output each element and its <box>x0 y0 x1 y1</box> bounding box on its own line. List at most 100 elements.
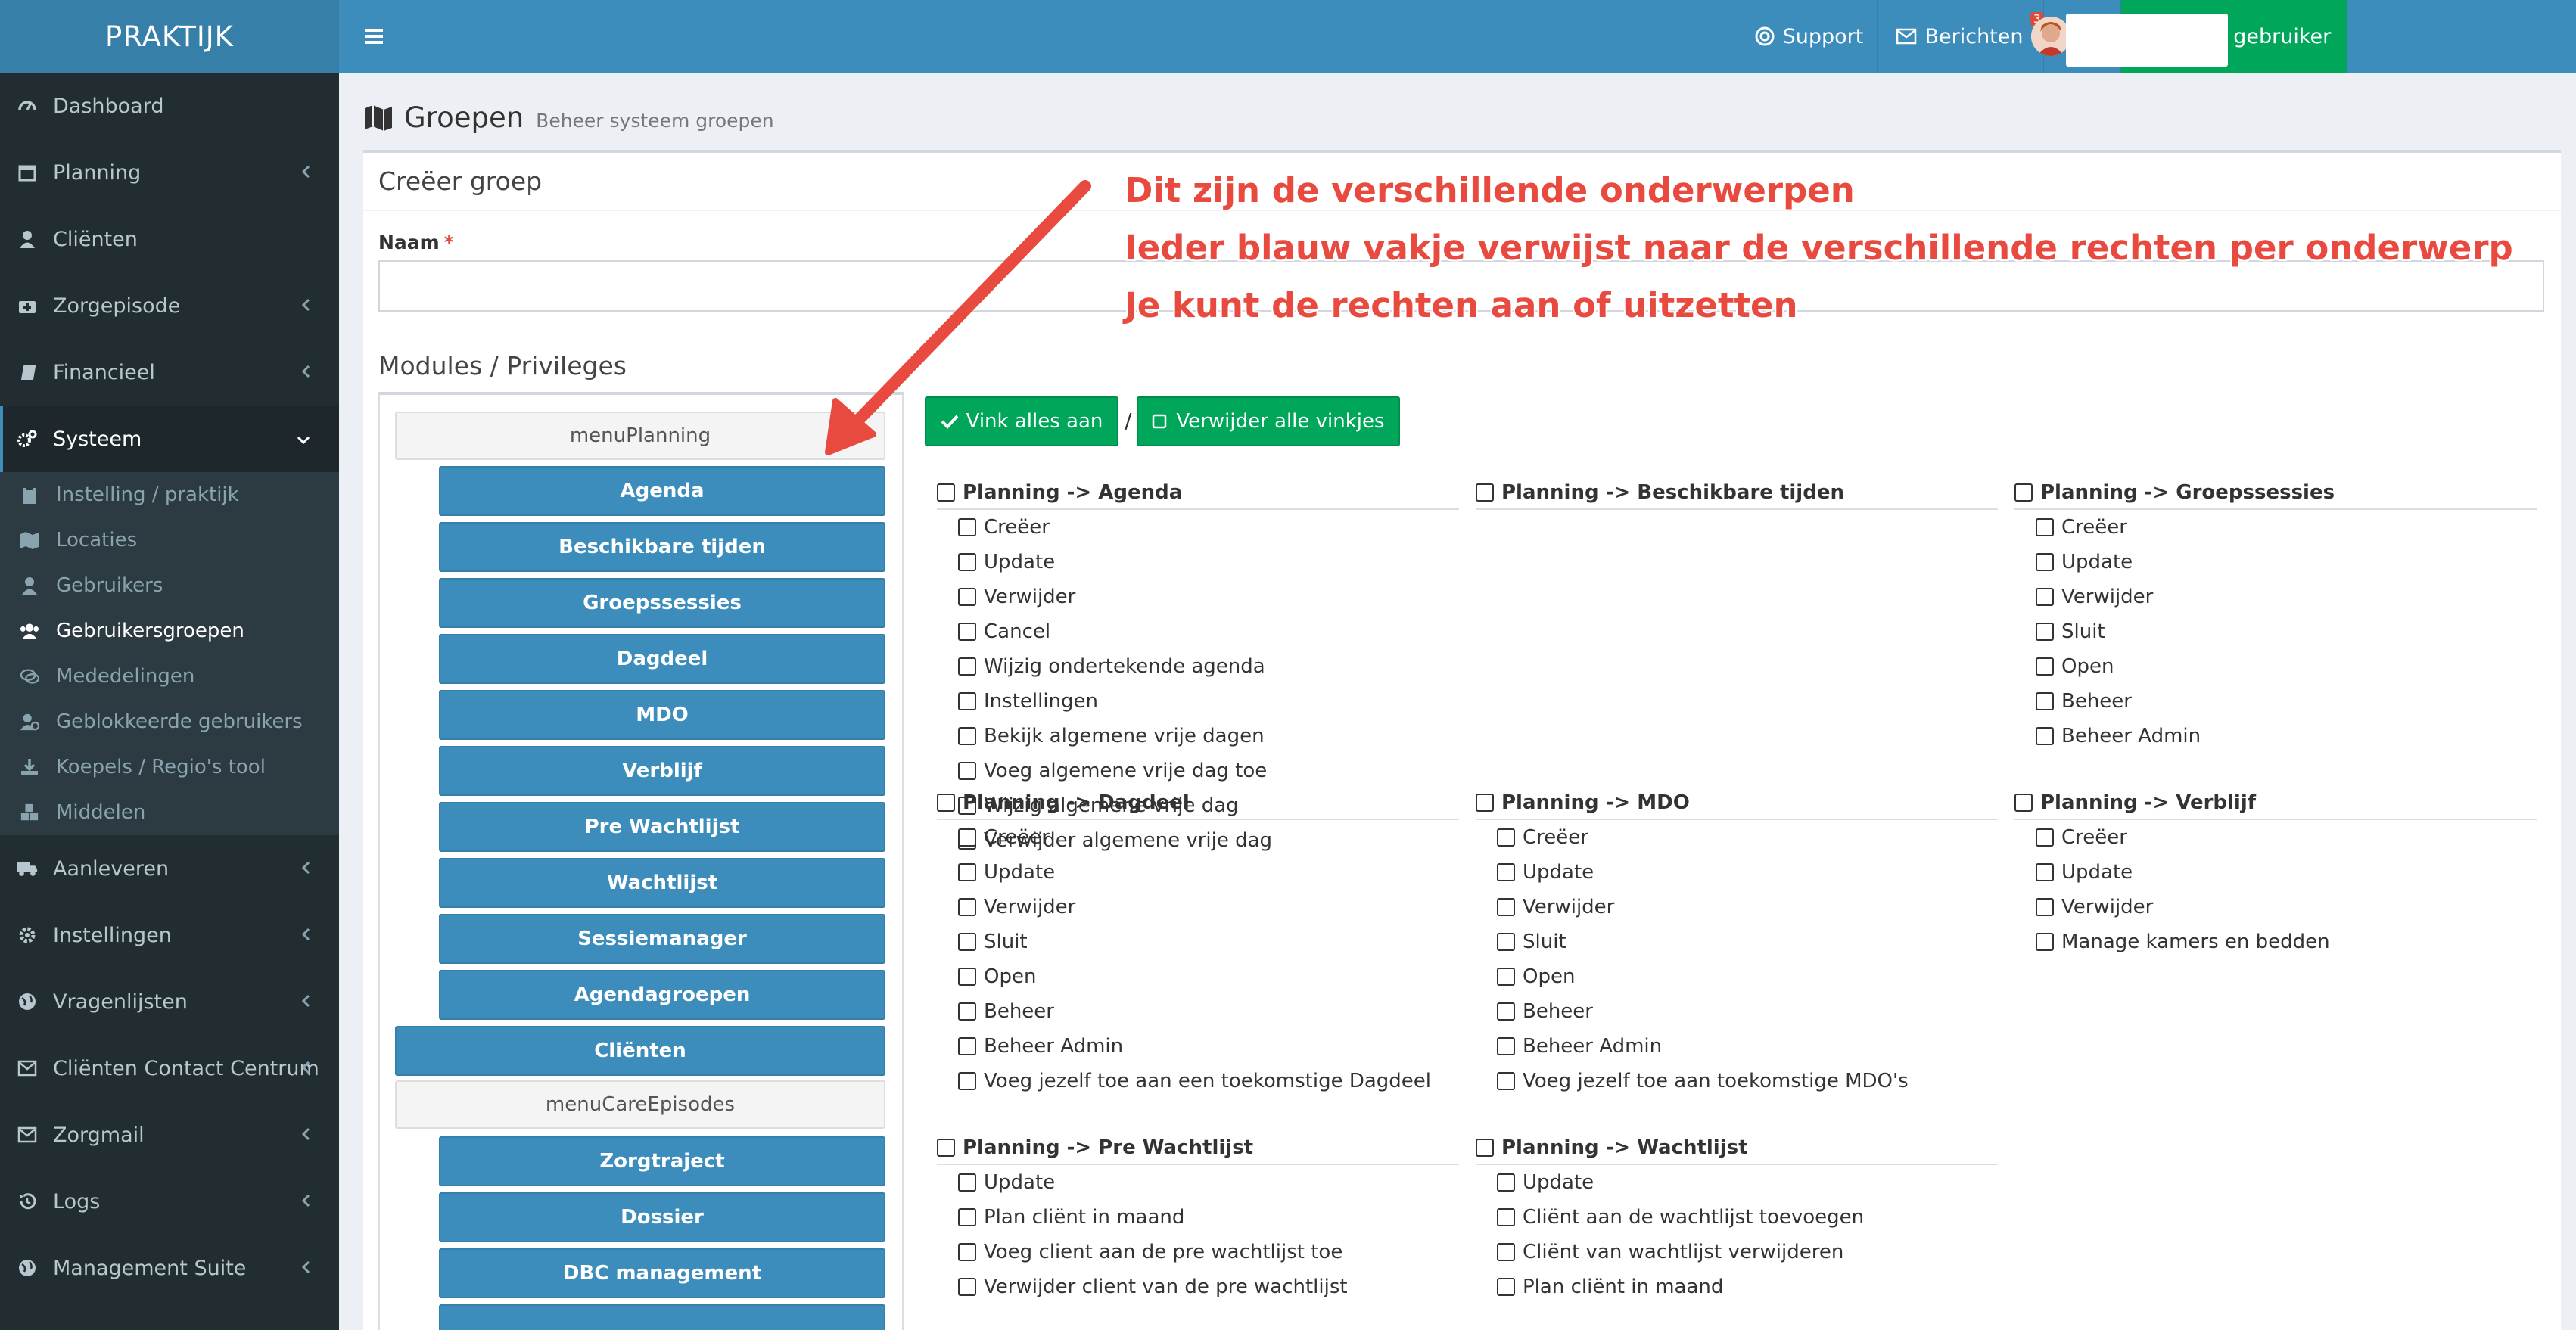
permission-checkbox[interactable] <box>2036 828 2054 847</box>
sidebar-item-zorgepisode[interactable]: Zorgepisode <box>0 272 339 339</box>
permission-item[interactable]: Update <box>2014 545 2537 580</box>
permission-item[interactable]: Beheer <box>2014 684 2537 719</box>
permission-checkbox[interactable] <box>2036 553 2054 571</box>
permission-checkbox[interactable] <box>2036 518 2054 536</box>
permission-checkbox[interactable] <box>1497 1243 1515 1261</box>
sidebar-item-systeem[interactable]: Systeem <box>0 406 339 472</box>
permission-group-header[interactable]: Planning -> Dagdeel <box>937 787 1459 820</box>
permission-checkbox[interactable] <box>2036 898 2054 916</box>
permission-checkbox[interactable] <box>958 1173 976 1192</box>
permission-item[interactable]: Creëer <box>2014 820 2537 855</box>
permission-checkbox[interactable] <box>1497 1002 1515 1021</box>
permission-item[interactable]: Verwijder <box>937 580 1459 614</box>
module-button[interactable]: Dossier <box>439 1192 885 1242</box>
permission-item[interactable]: Sluit <box>1476 924 1998 959</box>
sidebar-item-instellingen[interactable]: Instellingen <box>0 902 339 968</box>
sidebar-subitem-koepels-regio-s-tool[interactable]: Koepels / Regio's tool <box>0 744 339 790</box>
sidebar-subitem-geblokkeerde-gebruikers[interactable]: Geblokkeerde gebruikers <box>0 699 339 744</box>
permission-checkbox[interactable] <box>958 518 976 536</box>
permission-item[interactable]: Verwijder <box>2014 580 2537 614</box>
permission-item[interactable]: Update <box>1476 1165 1998 1200</box>
sidebar-item-vragenlijsten[interactable]: Vragenlijsten <box>0 968 339 1035</box>
permission-item[interactable]: Update <box>1476 855 1998 890</box>
permission-checkbox[interactable] <box>1497 1072 1515 1090</box>
permission-checkbox[interactable] <box>1497 898 1515 916</box>
permission-checkbox[interactable] <box>2036 933 2054 951</box>
permission-item[interactable]: Instellingen <box>937 684 1459 719</box>
module-button[interactable]: Groepssessies <box>439 578 885 628</box>
permission-checkbox[interactable] <box>958 553 976 571</box>
permission-item[interactable]: Open <box>1476 959 1998 994</box>
permission-item[interactable]: Open <box>937 959 1459 994</box>
permission-checkbox[interactable] <box>958 727 976 745</box>
hamburger-menu-icon[interactable] <box>360 21 390 51</box>
permission-checkbox[interactable] <box>958 863 976 881</box>
brand-logo[interactable]: PRAKTIJK <box>0 0 339 73</box>
uncheck-all-button[interactable]: Verwijder alle vinkjes <box>1137 396 1400 446</box>
permission-item[interactable]: Manage kamers en bedden <box>2014 924 2537 959</box>
permission-item[interactable]: Bekijk algemene vrije dagen <box>937 719 1459 754</box>
permission-checkbox[interactable] <box>1497 1278 1515 1296</box>
permission-checkbox[interactable] <box>958 1072 976 1090</box>
sidebar-item-management-suite[interactable]: Management Suite <box>0 1235 339 1301</box>
module-button[interactable]: Sessiemanager <box>439 914 885 964</box>
permission-checkbox[interactable] <box>958 692 976 710</box>
user-avatar[interactable] <box>2031 17 2070 56</box>
user-name-box[interactable] <box>2066 14 2228 67</box>
permission-item[interactable]: Beheer <box>1476 994 1998 1029</box>
permission-group-header[interactable]: Planning -> Agenda <box>937 477 1459 510</box>
group-checkbox[interactable] <box>937 794 955 812</box>
module-button[interactable]: Verblijf <box>439 746 885 796</box>
module-button[interactable]: MDO <box>439 690 885 740</box>
sidebar-subitem-middelen[interactable]: Middelen <box>0 790 339 835</box>
permission-checkbox[interactable] <box>2036 657 2054 676</box>
permission-item[interactable]: Sluit <box>937 924 1459 959</box>
module-button[interactable] <box>439 1304 885 1330</box>
module-button[interactable]: DBC management <box>439 1248 885 1298</box>
permission-item[interactable]: Verwijder client van de pre wachtlijst <box>937 1269 1459 1304</box>
menu-group-header[interactable]: menuPlanning <box>395 412 885 460</box>
sidebar-item-cli-nten-contact-centrum[interactable]: Cliënten Contact Centrum <box>0 1035 339 1102</box>
permission-checkbox[interactable] <box>958 1243 976 1261</box>
permission-group-header[interactable]: Planning -> Wachtlijst <box>1476 1132 1998 1165</box>
sidebar-item-logs[interactable]: Logs <box>0 1168 339 1235</box>
permission-checkbox[interactable] <box>958 968 976 986</box>
permission-checkbox[interactable] <box>1497 1037 1515 1055</box>
permission-item[interactable]: Cancel <box>937 614 1459 649</box>
permission-item[interactable]: Creëer <box>2014 510 2537 545</box>
permission-item[interactable]: Open <box>2014 649 2537 684</box>
permission-item[interactable]: Creëer <box>937 820 1459 855</box>
sidebar-subitem-gebruikers[interactable]: Gebruikers <box>0 563 339 608</box>
permission-item[interactable]: Verwijder <box>2014 890 2537 924</box>
module-button[interactable]: Cliënten <box>395 1026 885 1076</box>
sidebar-item-planning[interactable]: Planning <box>0 139 339 206</box>
permission-checkbox[interactable] <box>958 588 976 606</box>
permission-checkbox[interactable] <box>958 1002 976 1021</box>
group-checkbox[interactable] <box>937 483 955 502</box>
group-checkbox[interactable] <box>1476 1139 1494 1157</box>
permission-checkbox[interactable] <box>2036 623 2054 641</box>
permission-group-header[interactable]: Planning -> Beschikbare tijden <box>1476 477 1998 510</box>
permission-checkbox[interactable] <box>2036 863 2054 881</box>
permission-group-header[interactable]: Planning -> Verblijf <box>2014 787 2537 820</box>
sidebar-subitem-locaties[interactable]: Locaties <box>0 517 339 563</box>
permission-checkbox[interactable] <box>1497 968 1515 986</box>
group-checkbox[interactable] <box>1476 483 1494 502</box>
permission-item[interactable]: Wijzig ondertekende agenda <box>937 649 1459 684</box>
module-button[interactable]: Wachtlijst <box>439 858 885 908</box>
permission-item[interactable]: Verwijder <box>937 890 1459 924</box>
module-button[interactable]: Zorgtraject <box>439 1136 885 1186</box>
permission-item[interactable]: Beheer Admin <box>2014 719 2537 754</box>
group-checkbox[interactable] <box>2014 483 2033 502</box>
sidebar-item-financieel[interactable]: Financieel <box>0 339 339 406</box>
support-link[interactable]: Support <box>1742 0 1875 73</box>
permission-checkbox[interactable] <box>958 1208 976 1226</box>
sidebar-item-zorgmail[interactable]: Zorgmail <box>0 1102 339 1168</box>
permission-item[interactable]: Sluit <box>2014 614 2537 649</box>
permission-checkbox[interactable] <box>2036 588 2054 606</box>
permission-checkbox[interactable] <box>1497 933 1515 951</box>
sidebar-subitem-mededelingen[interactable]: Mededelingen <box>0 654 339 699</box>
permission-checkbox[interactable] <box>958 933 976 951</box>
permission-item[interactable]: Creëer <box>1476 820 1998 855</box>
permission-item[interactable]: Plan cliënt in maand <box>1476 1269 1998 1304</box>
